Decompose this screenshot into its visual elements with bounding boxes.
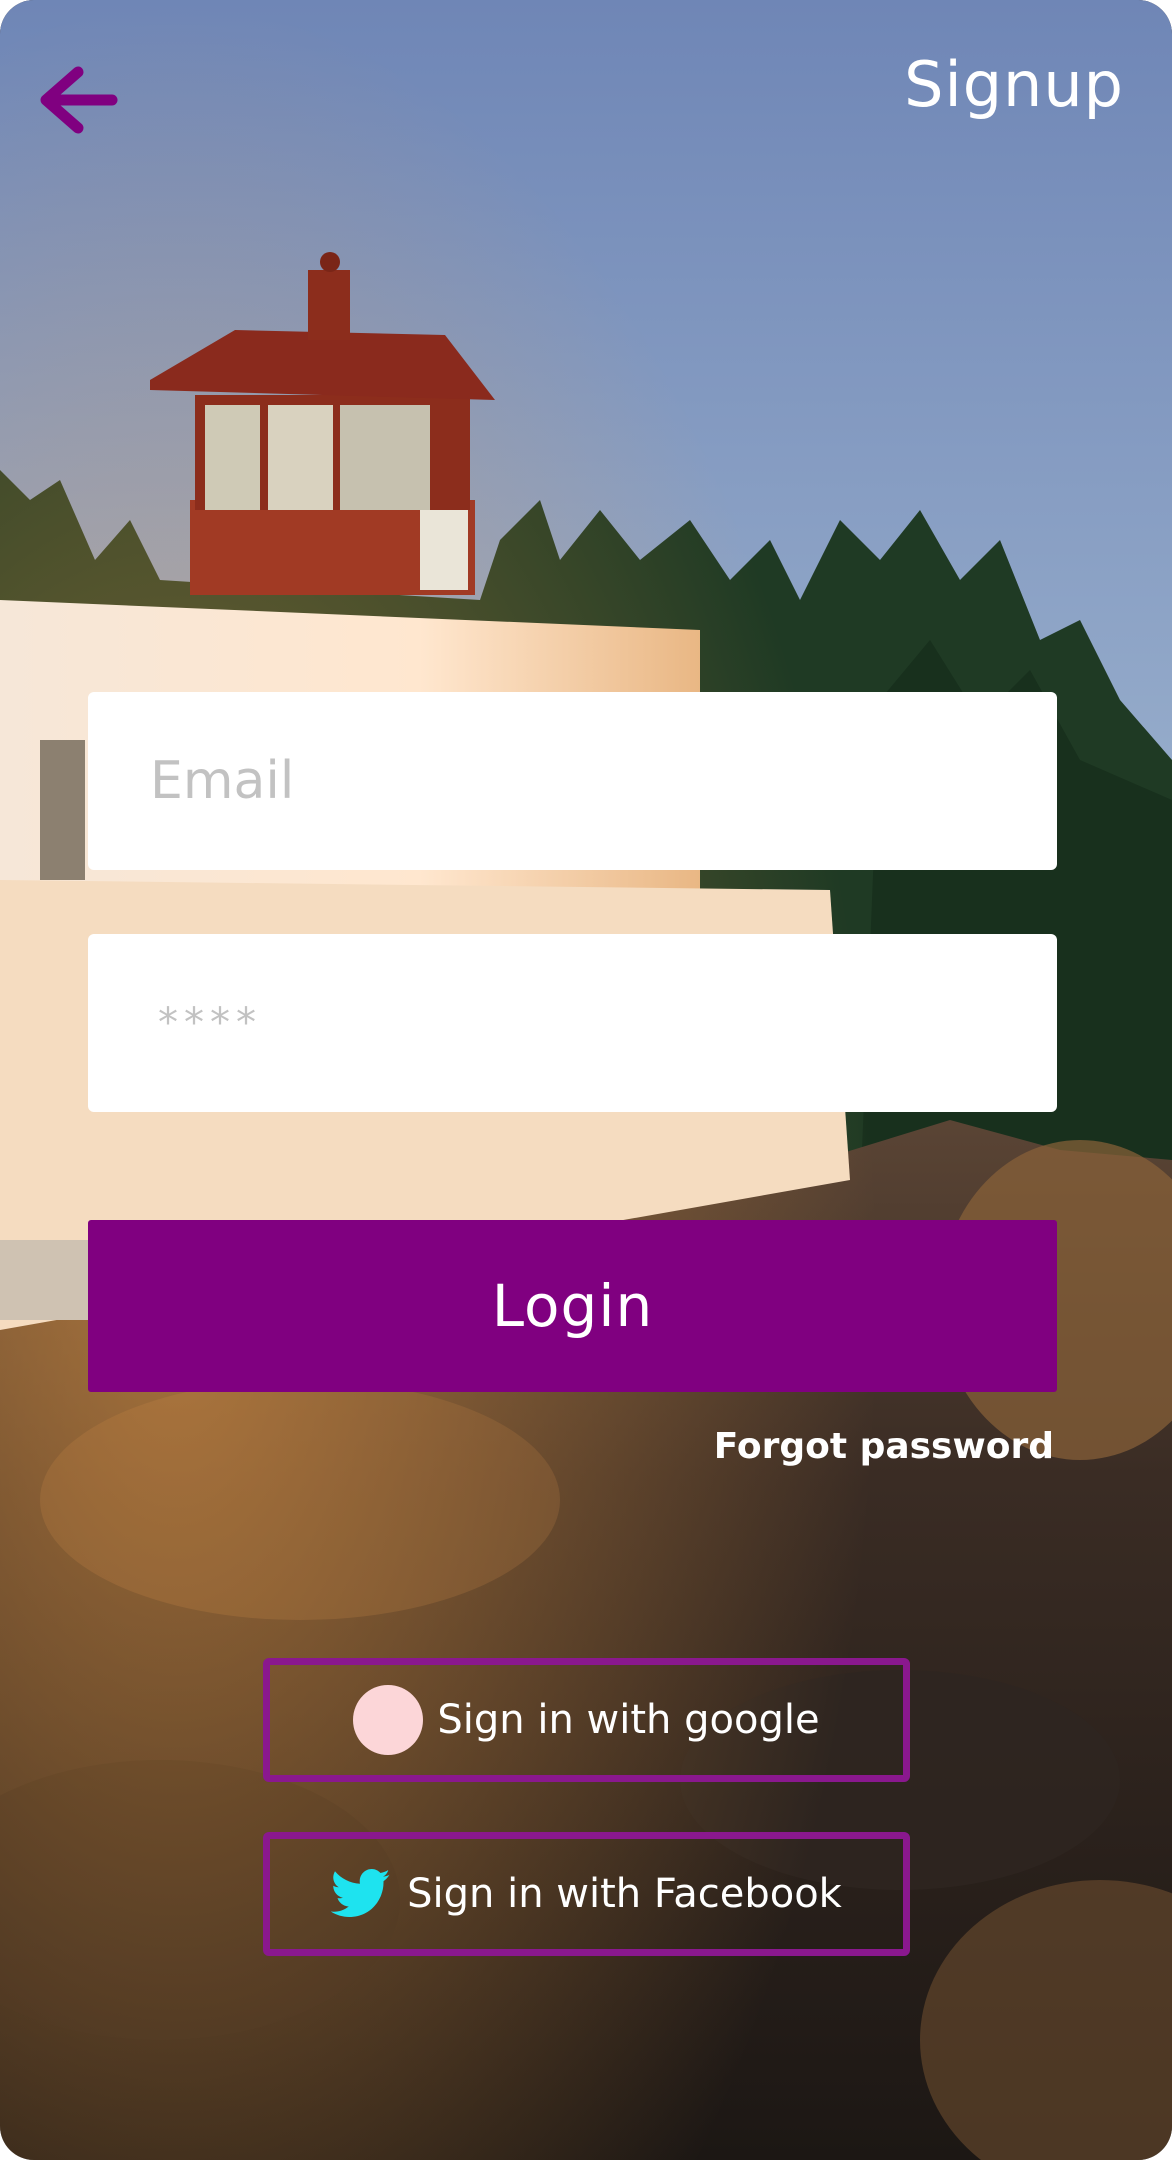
email-field-container xyxy=(88,692,1057,870)
email-field[interactable] xyxy=(88,692,1057,870)
login-button[interactable]: Login xyxy=(88,1220,1057,1392)
google-icon xyxy=(353,1685,424,1755)
arrow-left-icon xyxy=(40,66,118,134)
google-signin-button[interactable]: Sign in with google xyxy=(263,1658,910,1782)
signup-link[interactable]: Signup xyxy=(904,48,1124,121)
facebook-signin-button[interactable]: Sign in with Facebook xyxy=(263,1832,910,1956)
facebook-signin-label: Sign in with Facebook xyxy=(407,1871,842,1917)
twitter-bird-icon xyxy=(331,1869,391,1917)
password-field-container xyxy=(88,934,1057,1112)
forgot-password-link[interactable]: Forgot password xyxy=(714,1426,1054,1467)
top-bar: Signup xyxy=(0,0,1172,200)
password-field[interactable] xyxy=(88,934,1057,1112)
back-button[interactable] xyxy=(38,62,120,138)
login-screen: Signup Login Forgot password Sign in wit… xyxy=(0,0,1172,2160)
google-signin-label: Sign in with google xyxy=(437,1697,820,1743)
